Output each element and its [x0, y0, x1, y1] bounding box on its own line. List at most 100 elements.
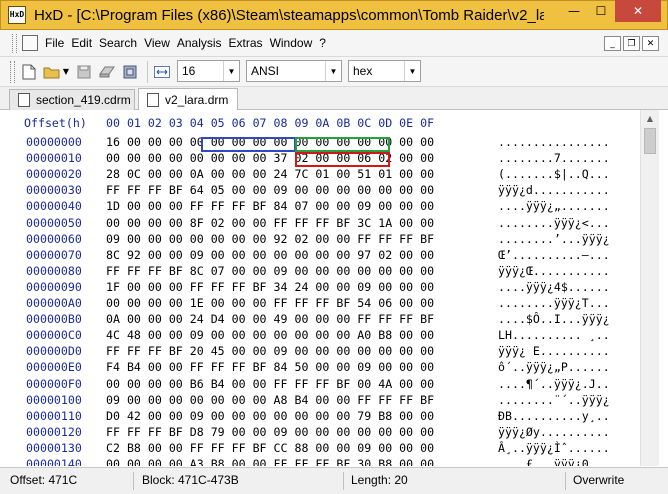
row-hex-bytes[interactable]: FF FF FF BF D8 79 00 00 09 00 00 00 00 0… — [106, 425, 434, 439]
chevron-down-icon[interactable]: ▼ — [404, 61, 420, 81]
row-hex-bytes[interactable]: FF FF FF BF 8C 07 00 00 09 00 00 00 00 0… — [106, 264, 434, 278]
open-folder-icon[interactable] — [43, 63, 61, 81]
save-icon[interactable] — [75, 63, 93, 81]
row-hex-bytes[interactable]: 4C 48 00 00 09 00 00 00 00 00 00 00 A0 B… — [106, 328, 434, 342]
open-ram-icon[interactable] — [121, 63, 139, 81]
row-offset: 000000F0 — [26, 376, 82, 391]
row-hex-bytes[interactable]: 00 00 00 00 B6 B4 00 00 FF FF FF BF 00 4… — [106, 377, 434, 391]
close-button[interactable]: ✕ — [615, 0, 661, 22]
bytes-per-row-value: 16 — [182, 64, 196, 78]
row-ascii-text[interactable]: ....$Ô..I...ÿÿÿ¿ — [498, 312, 610, 326]
row-hex-bytes[interactable]: F4 B4 00 00 FF FF FF BF 84 50 00 00 09 0… — [106, 360, 434, 374]
row-hex-bytes[interactable]: D0 42 00 00 09 00 00 00 00 00 00 00 79 B… — [106, 409, 434, 423]
maximize-button[interactable]: ☐ — [588, 0, 614, 22]
row-hex-bytes[interactable]: 09 00 00 00 00 00 00 00 92 02 00 00 FF F… — [106, 232, 434, 246]
menu-file[interactable]: File — [45, 36, 64, 50]
row-ascii-text[interactable]: ........7....... — [498, 151, 610, 165]
row-ascii-text[interactable]: ....£¸..ÿÿÿ¿0¸.. — [498, 457, 610, 466]
bytes-per-row-icon — [153, 63, 171, 81]
tab-label: v2_lara.drm — [165, 93, 229, 107]
row-hex-bytes[interactable]: 8C 92 00 00 09 00 00 00 00 00 00 00 97 0… — [106, 248, 434, 262]
status-separator — [343, 472, 344, 490]
row-ascii-text[interactable]: ....¶´..ÿÿÿ¿.J.. — [498, 377, 610, 391]
row-ascii-text[interactable]: ÿÿÿ¿ E.......... — [498, 344, 610, 358]
row-hex-bytes[interactable]: FF FF FF BF 64 05 00 00 09 00 00 00 00 0… — [106, 183, 434, 197]
tab-v2-lara-drm[interactable]: v2_lara.drm — [138, 88, 238, 111]
row-hex-bytes[interactable]: 1D 00 00 00 FF FF FF BF 84 07 00 00 09 0… — [106, 199, 434, 213]
row-offset: 000000A0 — [26, 296, 82, 310]
status-mode[interactable]: Overwrite — [573, 473, 624, 487]
offset-header: Offset(h) — [24, 116, 87, 130]
row-hex-bytes[interactable]: 00 00 00 00 8F 02 00 00 FF FF FF BF 3C 1… — [106, 216, 434, 230]
row-hex-bytes[interactable]: 00 00 00 00 A3 B8 00 00 FF FF FF BF 30 B… — [106, 457, 434, 466]
chevron-down-icon[interactable]: ▼ — [325, 61, 341, 81]
menu-extras[interactable]: Extras — [229, 36, 263, 50]
scroll-up-arrow-icon[interactable]: ▲ — [641, 110, 659, 127]
chevron-down-icon[interactable]: ▼ — [223, 61, 239, 81]
toolbar-grip-handle[interactable] — [10, 60, 15, 83]
scrollbar-thumb[interactable] — [644, 128, 656, 154]
row-offset: 00000140 — [26, 457, 82, 466]
row-ascii-text[interactable]: (.......$|..Q... — [498, 167, 610, 181]
menu-edit[interactable]: Edit — [71, 36, 92, 50]
row-ascii-text[interactable]: Â¸..ÿÿÿ¿Ìˆ...... — [498, 441, 610, 455]
selection-highlight-green — [295, 137, 390, 152]
menu-help[interactable]: ? — [319, 36, 326, 50]
row-offset: 00000110 — [26, 408, 82, 423]
menu-window[interactable]: Window — [270, 36, 313, 50]
row-hex-bytes[interactable]: C2 B8 00 00 FF FF FF BF CC 88 00 00 09 0… — [106, 441, 434, 455]
row-ascii-text[interactable]: LH.......... ¸.. — [498, 328, 610, 342]
menu-grip-handle[interactable] — [12, 33, 17, 53]
vertical-scrollbar[interactable]: ▲ — [640, 110, 659, 466]
row-hex-bytes[interactable]: FF FF FF BF 20 45 00 00 09 00 00 00 00 0… — [106, 344, 434, 358]
tab-section-419-cdrm[interactable]: section_419.cdrm — [9, 89, 135, 110]
row-ascii-text[interactable]: ÿÿÿ¿Øy.......... — [498, 425, 610, 439]
row-offset: 00000010 — [26, 151, 82, 166]
status-separator — [133, 472, 134, 490]
tab-label: section_419.cdrm — [36, 93, 131, 107]
row-hex-bytes[interactable]: 0A 00 00 00 24 D4 00 00 49 00 00 00 FF F… — [106, 312, 434, 326]
status-length: Length: 20 — [351, 473, 408, 487]
row-ascii-text[interactable]: ....ÿÿÿ¿„....... — [498, 199, 610, 213]
mdi-restore-button[interactable]: ❐ — [623, 36, 640, 51]
bytes-per-row-select[interactable]: 16 ▼ — [177, 60, 240, 82]
row-hex-bytes[interactable]: 1F 00 00 00 FF FF FF BF 34 24 00 00 09 0… — [106, 280, 434, 294]
open-disk-icon[interactable] — [98, 63, 116, 81]
document-icon[interactable] — [22, 35, 38, 51]
row-ascii-text[interactable]: ô´..ÿÿÿ¿„P...... — [498, 360, 610, 374]
open-dropdown-arrow-icon[interactable]: ▼ — [62, 63, 70, 81]
row-ascii-text[interactable]: ........¨´..ÿÿÿ¿ — [498, 393, 610, 407]
row-ascii-text[interactable]: ................ — [498, 135, 610, 149]
row-ascii-text[interactable]: ........ÿÿÿ¿<... — [498, 216, 610, 230]
row-ascii-text[interactable]: ÿÿÿ¿d........... — [498, 183, 610, 197]
charset-select[interactable]: ANSI ▼ — [246, 60, 342, 82]
menu-search[interactable]: Search — [99, 36, 137, 50]
row-offset: 00000020 — [26, 167, 82, 182]
mdi-close-button[interactable]: ✕ — [642, 36, 659, 51]
row-offset: 00000130 — [26, 440, 82, 455]
offset-base-value: hex — [353, 64, 373, 78]
row-hex-bytes[interactable]: 28 0C 00 00 0A 00 00 00 24 7C 01 00 51 0… — [106, 167, 434, 181]
row-ascii-text[interactable]: Œ’..........—... — [498, 248, 610, 262]
mdi-minimize-button[interactable]: _ — [604, 36, 621, 51]
row-hex-bytes[interactable]: 00 00 00 00 1E 00 00 00 FF FF FF BF 54 0… — [106, 296, 434, 310]
row-offset: 00000090 — [26, 279, 82, 294]
menu-view[interactable]: View — [144, 36, 170, 50]
file-icon — [18, 93, 30, 107]
row-offset: 00000000 — [26, 135, 82, 149]
selection-highlight-blue — [201, 137, 296, 152]
new-file-icon[interactable] — [20, 63, 38, 81]
row-hex-bytes[interactable]: 09 00 00 00 00 00 00 00 A8 B4 00 00 FF F… — [106, 393, 434, 407]
hex-editor-panel[interactable]: Offset(h) 00 01 02 03 04 05 06 07 08 09 … — [8, 110, 638, 466]
row-ascii-text[interactable]: ........ÿÿÿ¿T... — [498, 296, 610, 310]
row-offset: 000000B0 — [26, 312, 82, 327]
row-ascii-text[interactable]: ........’...ÿÿÿ¿ — [498, 232, 610, 246]
minimize-button[interactable]: — — [561, 0, 587, 22]
row-ascii-text[interactable]: ÐB..........y¸.. — [498, 409, 610, 423]
offset-base-select[interactable]: hex ▼ — [348, 60, 421, 82]
row-ascii-text[interactable]: ÿÿÿ¿Œ........... — [498, 264, 610, 278]
status-block: Block: 471C-473B — [142, 473, 239, 487]
row-ascii-text[interactable]: ....ÿÿÿ¿4$...... — [498, 280, 610, 294]
hxd-app-icon[interactable]: HxD — [8, 6, 26, 24]
menu-analysis[interactable]: Analysis — [177, 36, 222, 50]
